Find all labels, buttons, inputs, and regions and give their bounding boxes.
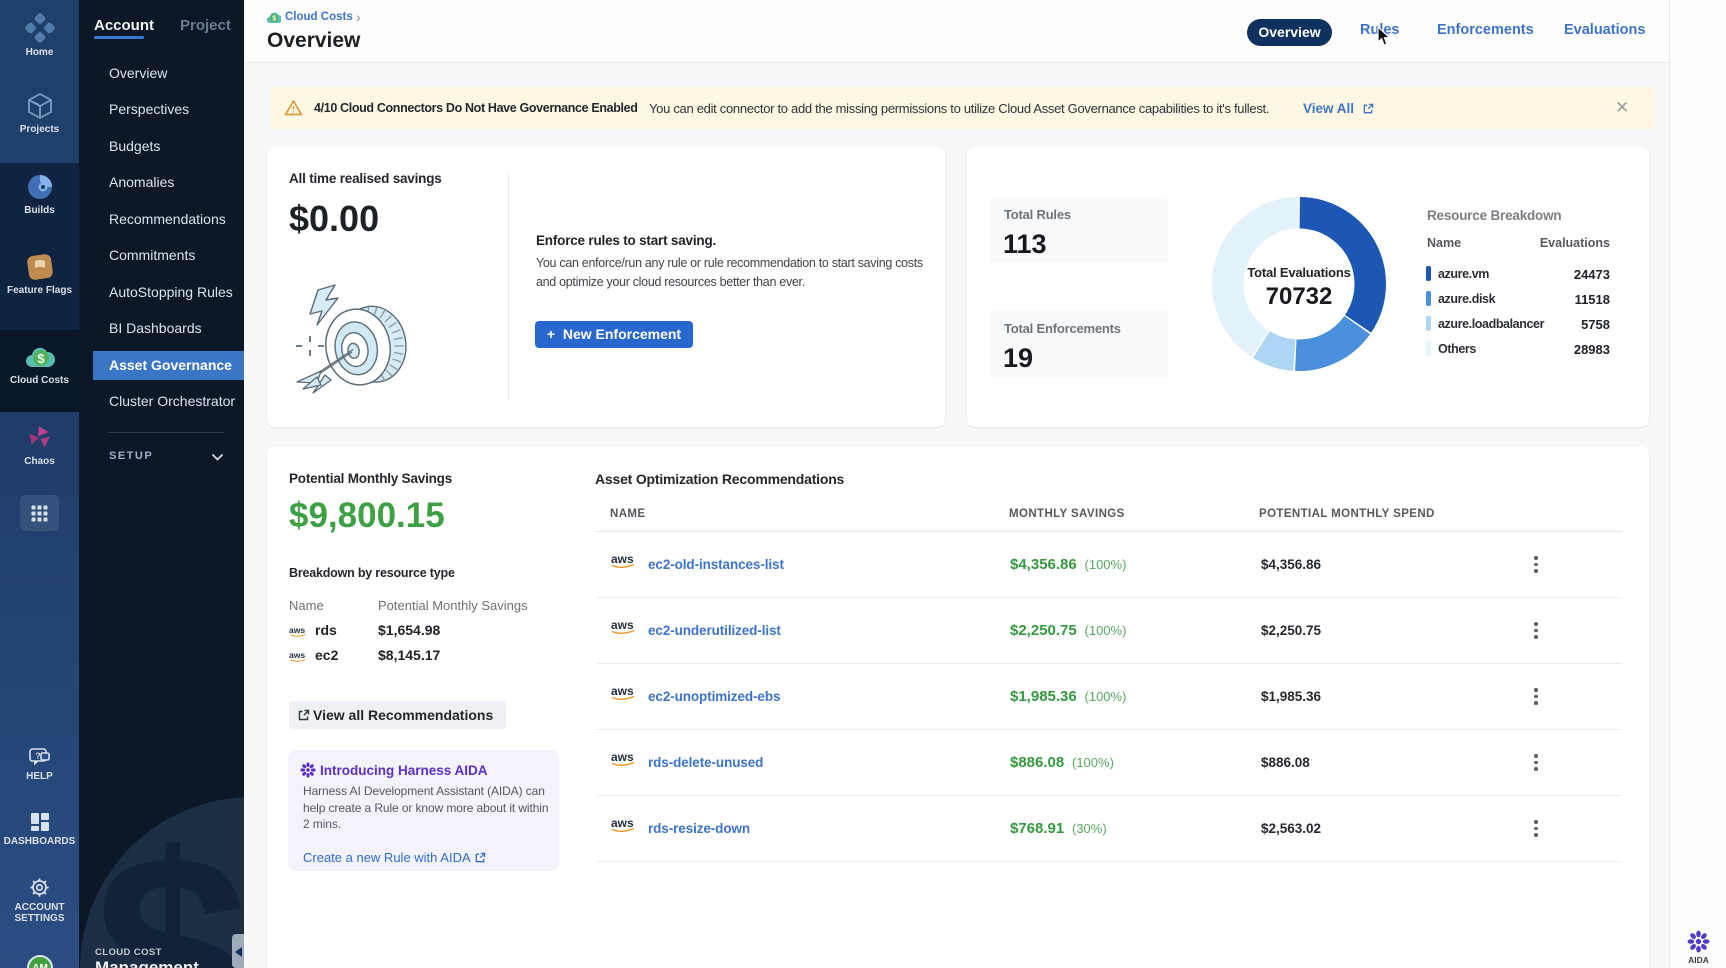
svg-text:?: ? [35,751,40,761]
svg-text:aws: aws [611,750,634,764]
svg-text:$: $ [272,16,276,23]
svg-text:$: $ [37,351,45,366]
svg-text:aws: aws [611,552,634,566]
svg-text:aws: aws [289,650,305,660]
svg-text:aws: aws [611,684,634,698]
svg-text:aws: aws [611,618,634,632]
svg-text:aws: aws [289,625,305,635]
svg-text:aws: aws [611,816,634,830]
